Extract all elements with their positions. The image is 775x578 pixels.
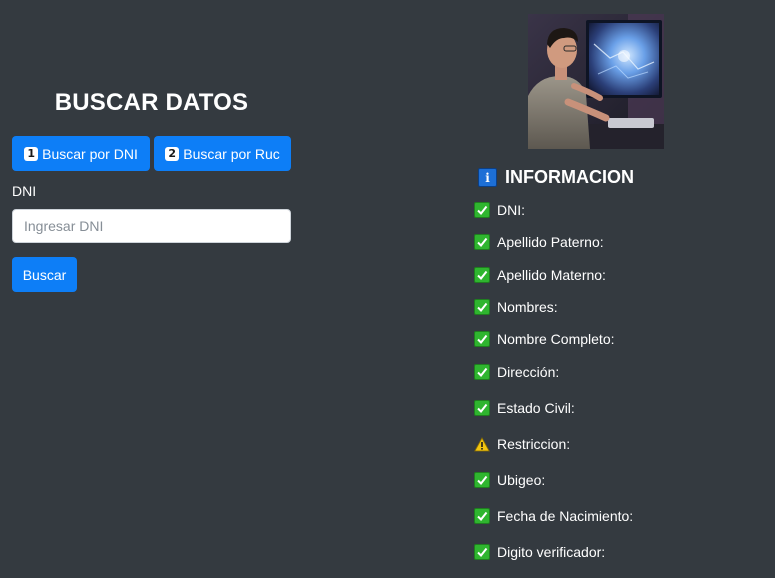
search-by-dni-label: Buscar por DNI: [42, 145, 138, 162]
check-icon: [474, 331, 490, 347]
info-field-fecha-nacimiento: Fecha de Nacimiento:: [474, 508, 633, 524]
dni-input[interactable]: [12, 209, 291, 243]
warning-icon: [474, 436, 490, 452]
info-title: INFORMACION: [505, 167, 634, 187]
info-field-dni: DNI:: [474, 202, 525, 218]
field-label: DNI:: [497, 202, 525, 218]
info-field-apellido-materno: Apellido Materno:: [474, 267, 606, 283]
check-icon: [474, 364, 490, 380]
number-one-icon: 1: [24, 146, 39, 161]
check-icon: [474, 234, 490, 250]
check-icon: [474, 299, 490, 315]
field-label: Digito verificador:: [497, 544, 606, 560]
field-label: Nombres:: [497, 299, 558, 315]
check-icon: [474, 544, 490, 560]
info-field-digito-verificador: Digito verificador:: [474, 544, 605, 560]
search-by-ruc-label: Buscar por Ruc: [183, 145, 280, 162]
info-field-nombres: Nombres:: [474, 299, 558, 315]
search-by-ruc-button[interactable]: 2 Buscar por Ruc: [154, 136, 291, 171]
dni-field-label: DNI: [12, 183, 37, 199]
page-title: BUSCAR DATOS: [54, 89, 249, 116]
info-field-apellido-paterno: Apellido Paterno:: [474, 234, 604, 250]
number-two-icon: 2: [165, 146, 180, 161]
information-icon: i: [478, 168, 497, 187]
app-page: BUSCAR DATOS 1 Buscar por DNI 2 Buscar p…: [0, 0, 775, 578]
field-label: Apellido Paterno:: [497, 234, 604, 250]
info-field-ubigeo: Ubigeo:: [474, 472, 545, 488]
info-field-estado-civil: Estado Civil:: [474, 400, 575, 416]
search-button[interactable]: Buscar: [12, 257, 77, 292]
field-label: Nombre Completo:: [497, 331, 615, 347]
profile-image: [528, 14, 664, 149]
info-field-direccion: Dirección:: [474, 364, 559, 380]
field-label: Apellido Materno:: [497, 267, 606, 283]
info-field-nombre-completo: Nombre Completo:: [474, 331, 615, 347]
field-label: Fecha de Nacimiento:: [497, 508, 634, 524]
search-by-dni-button[interactable]: 1 Buscar por DNI: [12, 136, 150, 171]
check-icon: [474, 472, 490, 488]
field-label: Restriccion:: [497, 436, 571, 452]
check-icon: [474, 400, 490, 416]
field-label: Ubigeo:: [497, 472, 546, 488]
check-icon: [474, 267, 490, 283]
check-icon: [474, 508, 490, 524]
field-label: Estado Civil:: [497, 400, 575, 416]
info-header: i INFORMACION: [478, 167, 634, 188]
field-label: Dirección:: [497, 364, 560, 380]
check-icon: [474, 202, 490, 218]
info-field-restriccion: Restriccion:: [474, 436, 570, 452]
